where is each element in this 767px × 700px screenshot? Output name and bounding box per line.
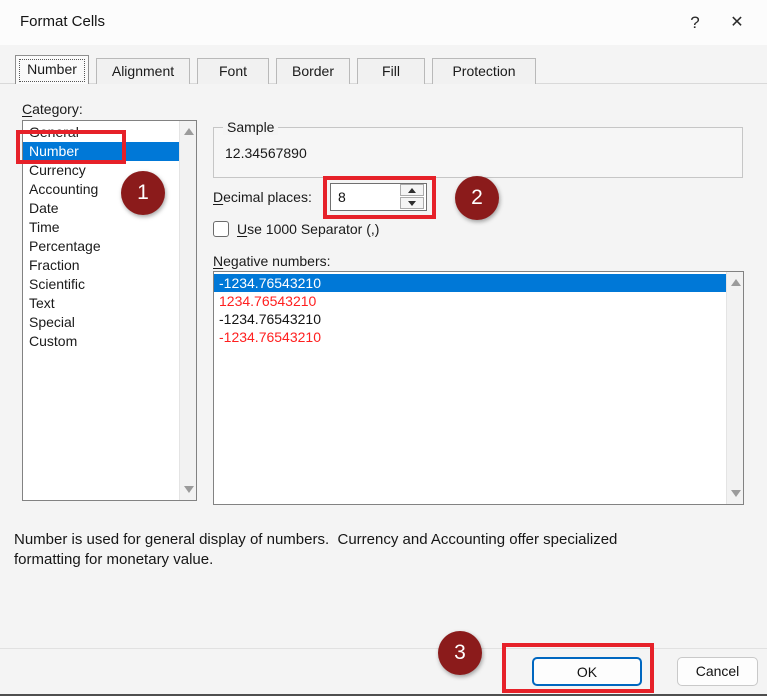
scroll-down-icon[interactable] bbox=[180, 481, 197, 498]
category-label-accel: C bbox=[22, 101, 32, 117]
scroll-up-icon[interactable] bbox=[180, 123, 197, 140]
tab-strip: Number Alignment Font Border Fill Protec… bbox=[15, 55, 543, 84]
title-bar: Format Cells ? ✕ bbox=[0, 0, 767, 45]
separator-label-accel: U bbox=[237, 221, 247, 237]
annotation-box-ok bbox=[502, 643, 654, 693]
sample-groupbox: Sample 12.34567890 bbox=[213, 127, 743, 178]
up-arrow-icon bbox=[184, 128, 194, 135]
negative-numbers-items: -1234.76543210 1234.76543210 -1234.76543… bbox=[214, 274, 726, 346]
separator-label-rest: se 1000 Separator (,) bbox=[247, 221, 379, 237]
category-description: Number is used for general display of nu… bbox=[14, 530, 758, 570]
category-label: Category: bbox=[22, 101, 83, 117]
format-cells-dialog: Format Cells ? ✕ Number Alignment Font B… bbox=[0, 0, 767, 700]
negative-label-accel: N bbox=[213, 253, 223, 269]
annotation-box-decimal-places bbox=[323, 176, 436, 219]
tab-alignment[interactable]: Alignment bbox=[96, 58, 190, 84]
category-item-special[interactable]: Special bbox=[23, 313, 179, 332]
annotation-box-number-category bbox=[16, 130, 126, 164]
negative-format-option[interactable]: -1234.76543210 bbox=[214, 310, 726, 328]
tab-fill-label: Fill bbox=[382, 63, 400, 79]
negative-label-rest: egative numbers: bbox=[223, 253, 330, 269]
category-item-fraction[interactable]: Fraction bbox=[23, 256, 179, 275]
use-1000-separator-checkbox[interactable] bbox=[213, 221, 229, 237]
tab-border-label: Border bbox=[292, 63, 334, 79]
down-arrow-icon bbox=[184, 486, 194, 493]
category-listbox: General Number Currency Accounting Date … bbox=[22, 120, 197, 501]
description-line2: formatting for monetary value. bbox=[14, 551, 213, 568]
category-item-scientific[interactable]: Scientific bbox=[23, 275, 179, 294]
category-item-custom[interactable]: Custom bbox=[23, 332, 179, 351]
negative-format-option[interactable]: 1234.76543210 bbox=[214, 292, 726, 310]
tab-protection[interactable]: Protection bbox=[432, 58, 536, 84]
category-item-time[interactable]: Time bbox=[23, 218, 179, 237]
decimal-label-rest: ecimal places: bbox=[223, 189, 312, 205]
cancel-button[interactable]: Cancel bbox=[677, 657, 758, 686]
dialog-title: Format Cells bbox=[20, 13, 105, 30]
help-icon[interactable]: ? bbox=[678, 9, 712, 37]
annotation-step-2-badge: 2 bbox=[455, 176, 499, 220]
sample-value: 12.34567890 bbox=[225, 145, 307, 161]
annotation-step-3-badge: 3 bbox=[438, 631, 482, 675]
close-icon[interactable]: ✕ bbox=[720, 9, 754, 37]
up-arrow-icon bbox=[731, 279, 741, 286]
negative-numbers-scrollbar[interactable] bbox=[726, 272, 743, 504]
category-item-percentage[interactable]: Percentage bbox=[23, 237, 179, 256]
negative-format-option[interactable]: -1234.76543210 bbox=[214, 274, 726, 292]
tab-alignment-label: Alignment bbox=[112, 63, 174, 79]
sample-label: Sample bbox=[223, 119, 278, 135]
use-1000-separator-label: Use 1000 Separator (,) bbox=[237, 221, 379, 237]
tab-protection-label: Protection bbox=[452, 63, 515, 79]
category-label-rest: ategory: bbox=[32, 101, 83, 117]
decimal-places-label: Decimal places: bbox=[213, 189, 312, 205]
annotation-step-1-badge: 1 bbox=[121, 171, 165, 215]
scroll-down-icon[interactable] bbox=[727, 485, 744, 502]
tab-font[interactable]: Font bbox=[197, 58, 269, 84]
tab-number-label: Number bbox=[27, 61, 77, 77]
negative-numbers-listbox: -1234.76543210 1234.76543210 -1234.76543… bbox=[213, 271, 744, 505]
window-below-edge bbox=[0, 696, 767, 700]
tab-font-label: Font bbox=[219, 63, 247, 79]
tab-number[interactable]: Number bbox=[15, 55, 89, 84]
category-scrollbar[interactable] bbox=[179, 121, 196, 500]
negative-numbers-label: Negative numbers: bbox=[213, 253, 331, 269]
tab-fill[interactable]: Fill bbox=[357, 58, 425, 84]
decimal-label-accel: D bbox=[213, 189, 223, 205]
down-arrow-icon bbox=[731, 490, 741, 497]
scroll-up-icon[interactable] bbox=[727, 274, 744, 291]
category-item-text[interactable]: Text bbox=[23, 294, 179, 313]
tab-border[interactable]: Border bbox=[276, 58, 350, 84]
negative-format-option[interactable]: -1234.76543210 bbox=[214, 328, 726, 346]
description-line1: Number is used for general display of nu… bbox=[14, 531, 617, 548]
